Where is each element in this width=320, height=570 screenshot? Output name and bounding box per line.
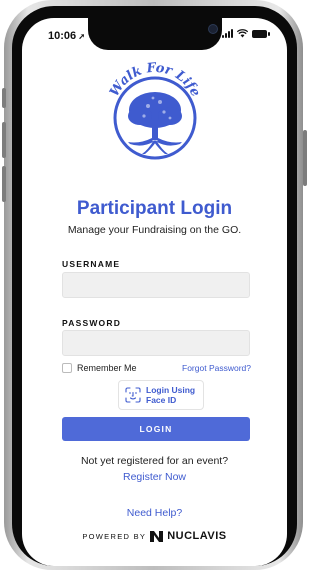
password-input[interactable] xyxy=(62,330,250,356)
password-label: PASSWORD xyxy=(62,318,122,328)
status-time: 10:06 ➚ xyxy=(48,30,86,42)
volume-up-button xyxy=(2,122,6,158)
register-now-link[interactable]: Register Now xyxy=(22,471,287,483)
camera-icon xyxy=(208,24,218,34)
username-input[interactable] xyxy=(62,272,250,298)
face-id-icon xyxy=(125,387,141,403)
forgot-password-link[interactable]: Forgot Password? xyxy=(182,363,251,373)
remember-me-label: Remember Me xyxy=(77,363,137,373)
powered-by-text: POWERED BY xyxy=(82,531,147,541)
powered-by-footer: POWERED BY NUCLAVIS xyxy=(22,530,287,542)
signal-icon xyxy=(222,29,233,38)
login-button[interactable]: LOGIN xyxy=(62,417,250,441)
walk-for-life-logo: Walk For Life xyxy=(107,61,203,160)
face-id-label: Login Using Face ID xyxy=(146,385,196,405)
status-icons xyxy=(222,29,270,38)
volume-down-button xyxy=(2,166,6,202)
app-screen: 10:06 ➚ Walk For Life Participant Login … xyxy=(22,18,287,566)
brand-name: NUCLAVIS xyxy=(167,530,227,542)
page-title: Participant Login xyxy=(76,198,233,219)
battery-icon xyxy=(252,29,270,38)
notch xyxy=(88,18,222,50)
face-id-login-button[interactable]: Login Using Face ID xyxy=(118,380,204,410)
page-subtitle: Manage your Fundraising on the GO. xyxy=(67,224,242,236)
location-arrow-icon: ➚ xyxy=(76,32,86,41)
remember-me-checkbox[interactable] xyxy=(62,363,72,373)
mute-switch xyxy=(2,88,6,108)
remember-me[interactable]: Remember Me xyxy=(62,363,137,373)
need-help-link[interactable]: Need Help? xyxy=(22,507,287,519)
username-label: USERNAME xyxy=(62,259,121,269)
nuclavis-logo-icon xyxy=(150,530,164,542)
register-prompt: Not yet registered for an event? xyxy=(80,455,229,467)
wifi-icon xyxy=(237,29,248,38)
side-button xyxy=(303,130,307,186)
